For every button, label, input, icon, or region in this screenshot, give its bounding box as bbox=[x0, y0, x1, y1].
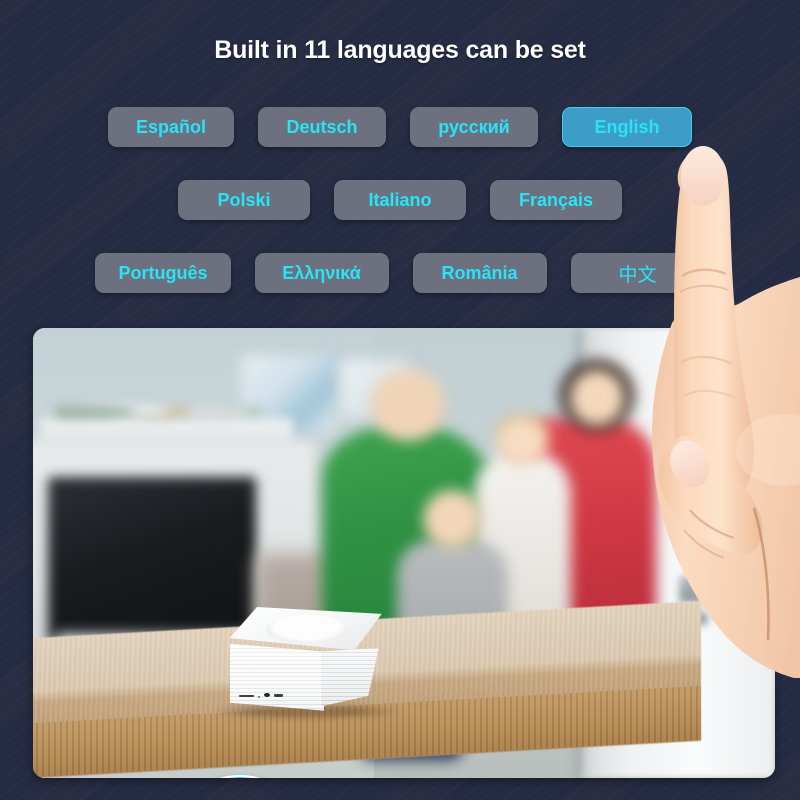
language-chip-italiano[interactable]: Italiano bbox=[334, 180, 466, 220]
language-chip-russkiy[interactable]: русский bbox=[410, 107, 538, 147]
power-jack-icon bbox=[263, 692, 271, 698]
sd-card-slot-icon bbox=[239, 694, 255, 697]
language-chip-portugues[interactable]: Português bbox=[95, 253, 231, 293]
device-side-face bbox=[320, 648, 379, 707]
language-chip-francais[interactable]: Français bbox=[490, 180, 622, 220]
index-fingernail bbox=[681, 146, 725, 206]
television bbox=[47, 476, 256, 643]
shelf-decor-items bbox=[55, 393, 263, 425]
language-chip-romania[interactable]: România bbox=[412, 253, 547, 293]
alarm-siren-device bbox=[217, 607, 397, 720]
usb-port-icon bbox=[273, 693, 284, 697]
language-chip-espanol[interactable]: Español bbox=[108, 107, 234, 147]
page-title: Built in 11 languages can be set bbox=[214, 36, 586, 64]
language-chip-polski[interactable]: Polski bbox=[178, 180, 310, 220]
person-child-head bbox=[493, 413, 553, 468]
promo-banner: Built in 11 languages can be set Español… bbox=[0, 0, 800, 800]
language-chip-deutsch[interactable]: Deutsch bbox=[258, 107, 386, 147]
person-woman-head bbox=[559, 359, 634, 432]
status-led-icon bbox=[257, 695, 261, 698]
language-chip-ellinika[interactable]: Ελληνικά bbox=[254, 253, 389, 293]
person-man-head bbox=[370, 368, 445, 441]
person-boy-head bbox=[422, 490, 482, 549]
device-front-face bbox=[229, 643, 324, 711]
device-speaker-dish bbox=[266, 614, 349, 643]
pointing-hand-illustration bbox=[638, 118, 800, 680]
